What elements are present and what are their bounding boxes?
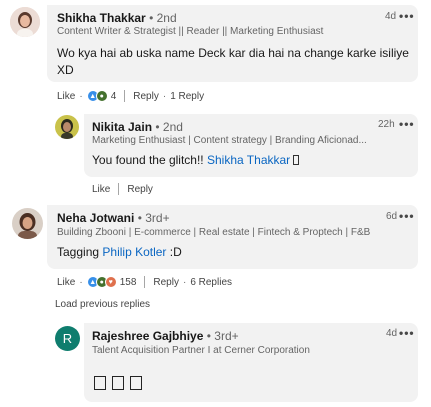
reply-button[interactable]: Reply	[133, 91, 159, 102]
connection-degree: 3rd+	[145, 211, 170, 225]
comment-timestamp: 4d	[386, 328, 398, 339]
connection-degree: 2nd	[162, 120, 183, 134]
reaction-count: 158	[119, 276, 137, 288]
load-previous-replies-link[interactable]: Load previous replies	[55, 299, 150, 310]
like-button[interactable]: Like	[57, 91, 75, 102]
reactions-summary[interactable]: ▲ ● 4	[86, 90, 117, 102]
comment-timestamp: 6d	[386, 211, 398, 222]
emoji-placeholder-icon	[112, 376, 124, 390]
avatar-initial: R	[62, 331, 73, 346]
more-options-icon[interactable]: •••	[399, 327, 415, 339]
like-button[interactable]: Like	[92, 184, 110, 195]
connection-degree: 3rd+	[214, 329, 239, 343]
comment-actions: Like · ▲ ● 4 Reply · 1 Reply	[57, 90, 205, 102]
reactions-summary[interactable]: ▲ ● ♥ 158	[86, 276, 137, 288]
emoji-placeholder-icon	[130, 376, 142, 390]
comment-text: Tagging Philip Kotler :D	[57, 245, 182, 259]
divider	[118, 183, 120, 195]
love-reaction-icon: ♥	[104, 276, 117, 288]
more-options-icon[interactable]: •••	[399, 210, 415, 222]
view-replies-link[interactable]: 1 Reply	[170, 91, 204, 102]
reply-button[interactable]: Reply	[153, 277, 179, 288]
more-options-icon[interactable]: •••	[399, 118, 415, 130]
comment-actions: Like · ▲ ● ♥ 158 Reply · 6 Replies	[57, 276, 233, 288]
comment-timestamp: 4d	[385, 11, 397, 22]
avatar[interactable]	[10, 7, 40, 37]
reply-button[interactable]: Reply	[127, 184, 153, 195]
avatar[interactable]	[12, 208, 43, 239]
reaction-count: 4	[110, 90, 117, 102]
comment-actions: Like Reply	[92, 183, 153, 195]
divider	[144, 276, 146, 288]
commenter-headline: Marketing Enthusiast | Content strategy …	[92, 135, 367, 146]
celebrate-reaction-icon: ●	[95, 90, 108, 102]
comment-text	[94, 374, 148, 392]
comment-timestamp: 22h	[378, 119, 395, 130]
commenter-headline: Building Zbooni | E-commerce | Real esta…	[57, 227, 371, 238]
emoji-placeholder-icon	[94, 376, 106, 390]
profile-photo-icon	[10, 7, 40, 37]
comment-text: Wo kya hai ab uska name Deck kar dia hai…	[57, 46, 409, 77]
commenter-name[interactable]: Nikita Jain	[92, 120, 152, 134]
more-options-icon[interactable]: •••	[399, 10, 415, 22]
connection-degree: 2nd	[156, 11, 177, 25]
commenter-name[interactable]: Neha Jotwani	[57, 211, 134, 225]
mention-link[interactable]: Shikha Thakkar	[207, 153, 290, 167]
avatar[interactable]: R	[55, 326, 80, 351]
commenter-headline: Content Writer & Strategist || Reader ||…	[57, 26, 324, 37]
like-button[interactable]: Like	[57, 277, 75, 288]
emoji-placeholder-icon	[293, 155, 300, 165]
avatar[interactable]	[55, 115, 79, 139]
divider	[124, 90, 126, 102]
commenter-name[interactable]: Shikha Thakkar	[57, 11, 146, 25]
commenter-headline: Talent Acquisition Partner I at Cerner C…	[92, 345, 310, 356]
view-replies-link[interactable]: 6 Replies	[190, 277, 232, 288]
profile-photo-icon	[55, 115, 79, 139]
comment-text: You found the glitch!! Shikha Thakkar	[92, 152, 300, 169]
mention-link[interactable]: Philip Kotler	[102, 245, 166, 259]
commenter-name[interactable]: Rajeshree Gajbhiye	[92, 329, 203, 343]
profile-photo-icon	[12, 208, 43, 239]
